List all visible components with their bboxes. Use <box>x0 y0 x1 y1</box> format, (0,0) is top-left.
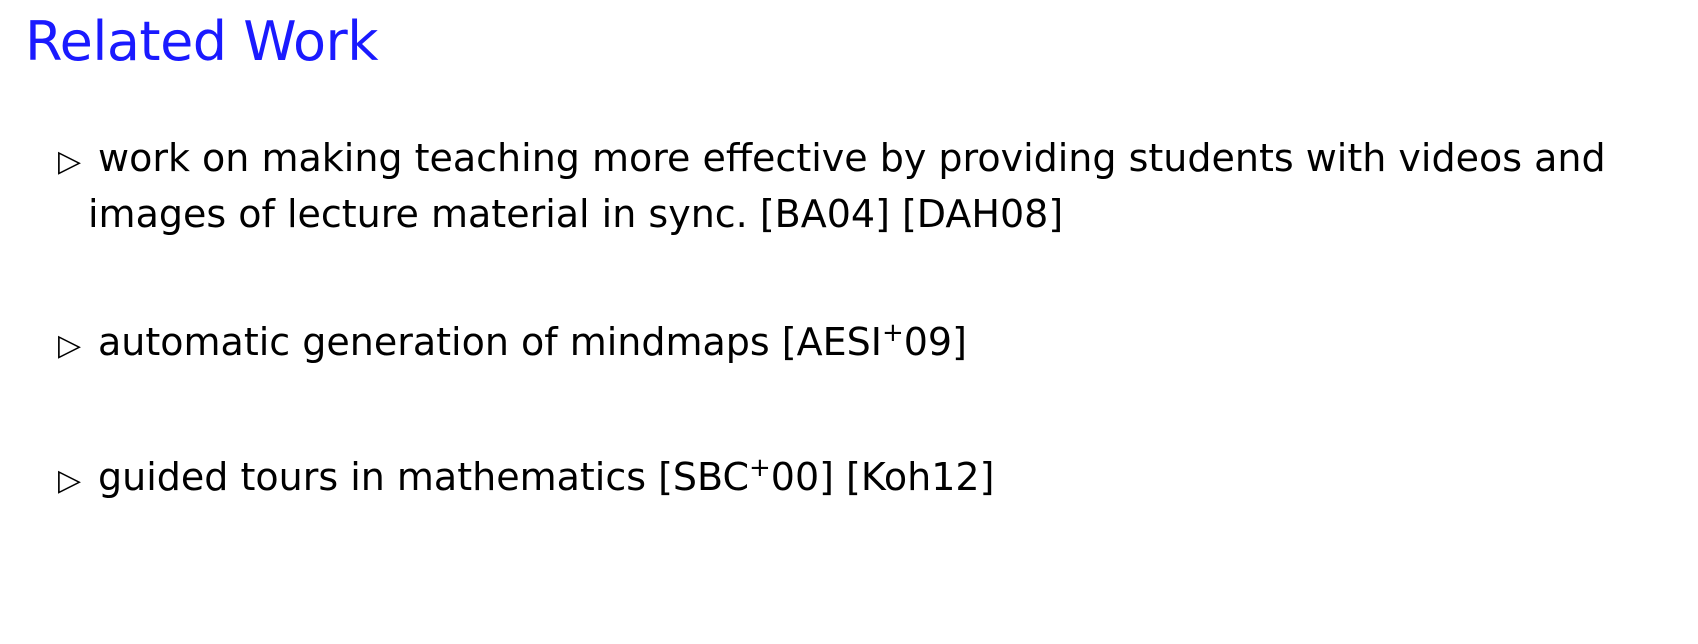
bullet-text-line-1: work on making teaching more effective b… <box>98 136 1606 180</box>
bullet-item-video-sync: ▷ work on making teaching more effective … <box>58 132 1638 241</box>
bullet-text-tail: 09] <box>903 320 967 364</box>
triangle-bullet-icon: ▷ <box>58 463 82 498</box>
bullet-text: guided tours in mathematics [SBC <box>98 455 749 499</box>
bullet-text-tail: 00] [Koh12] <box>770 455 995 499</box>
triangle-bullet-icon: ▷ <box>58 328 82 363</box>
bullet-text: automatic generation of mindmaps [AESI <box>98 320 882 364</box>
citation-superscript: + <box>749 453 771 483</box>
slide: Related Work ▷ work on making teaching mo… <box>0 0 1698 644</box>
bullet-item-guided-tours: ▷ guided tours in mathematics [SBC+00] [K… <box>58 451 1638 507</box>
slide-title: Related Work <box>25 10 379 73</box>
citation-superscript: + <box>881 318 904 348</box>
bullet-item-mindmaps: ▷ automatic generation of mindmaps [AESI+… <box>58 316 1638 372</box>
triangle-bullet-icon: ▷ <box>58 144 82 179</box>
bullet-text-line-2: images of lecture material in sync. [BA0… <box>88 192 1064 236</box>
